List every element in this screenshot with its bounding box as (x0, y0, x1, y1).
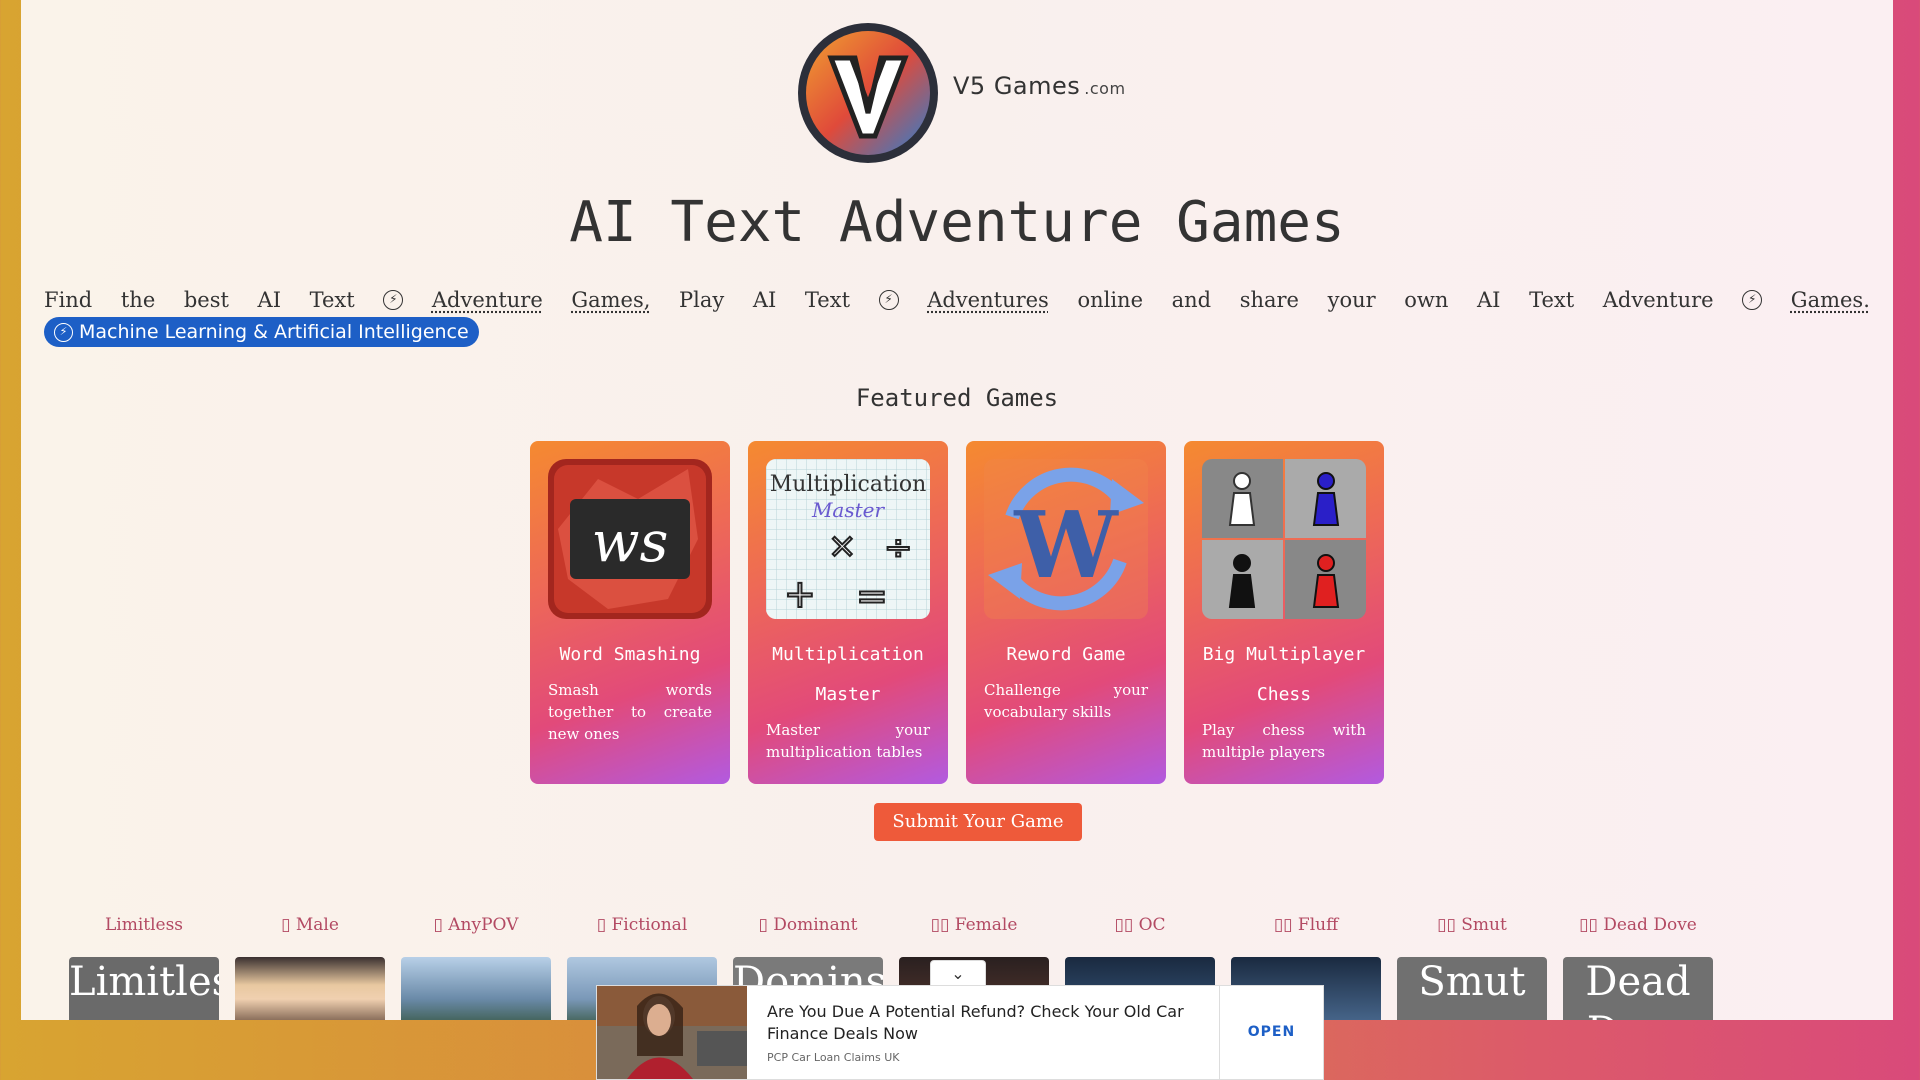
category-label: ▯ Fictional (596, 915, 688, 935)
chess-pawns-icon (1202, 459, 1366, 619)
category-thumbnail (401, 957, 551, 1020)
intro-word[interactable]: Games, (571, 288, 650, 312)
featured-games: ws Word Smashing Smash words together to… (530, 441, 1384, 784)
game-desc: Smash words together to create new ones (548, 681, 712, 743)
svg-text:Master: Master (811, 498, 886, 522)
intro-word: share (1239, 288, 1299, 312)
game-title: Multiplication Master (772, 644, 924, 705)
site-logo[interactable]: V5 Games .com (793, 18, 1126, 168)
category-label: ▯ Male (281, 915, 339, 935)
svg-text:×: × (828, 526, 857, 566)
intro-word: AI (752, 288, 777, 312)
category-item[interactable]: ▯ AnyPOV (393, 915, 559, 1020)
intro-word: Find (44, 288, 93, 312)
submit-game-button[interactable]: Submit Your Game (874, 803, 1082, 841)
intro-word[interactable]: Games. (1791, 288, 1870, 312)
svg-text:÷: ÷ (884, 528, 913, 568)
bolt-icon: ⚡ (54, 322, 73, 342)
game-desc: Master your multiplication tables (766, 721, 930, 761)
intro-word: your (1327, 288, 1376, 312)
category-thumbnail: Dead Dove (1563, 957, 1713, 1020)
page-title: AI Text Adventure Games (569, 190, 1345, 255)
category-item[interactable]: ▯ Male (227, 915, 393, 1020)
bolt-icon: ⚡ (1742, 290, 1763, 310)
intro-word: own (1404, 288, 1449, 312)
game-card[interactable]: W Reword Game Challenge your vocabulary … (966, 441, 1166, 784)
intro-word: AI (257, 288, 282, 312)
bolt-icon: ⚡ (878, 290, 899, 310)
game-title: Reword Game (1006, 644, 1126, 665)
svg-text:+: + (784, 572, 816, 616)
intro-word: best (183, 288, 229, 312)
chevron-down-icon[interactable]: ⌄ (930, 960, 986, 986)
game-card[interactable]: ws Word Smashing Smash words together to… (530, 441, 730, 784)
game-card[interactable]: Big Multiplayer Chess Play chess with mu… (1184, 441, 1384, 784)
thumbnail-alt-text: Limitless (69, 959, 219, 1005)
category-label: Limitless (104, 915, 184, 935)
ad-source: PCP Car Loan Claims UK (767, 1051, 900, 1064)
category-thumbnail: Limitless (69, 957, 219, 1020)
game-desc: Challenge your vocabulary skills (984, 681, 1148, 721)
intro-word: the (120, 288, 156, 312)
intro-word: Text (1529, 288, 1575, 312)
category-item[interactable]: ▯▯ Smut Smut (1389, 915, 1555, 1020)
game-desc: Play chess with multiple players (1202, 721, 1366, 761)
intro-word: and (1171, 288, 1212, 312)
page: V5 Games .com AI Text Adventure Games Fin… (21, 0, 1893, 1020)
intro-word: Adventure (1602, 288, 1714, 312)
category-label: ▯ AnyPOV (433, 915, 519, 935)
category-item[interactable]: ▯▯ Dead Dove Dead Dove (1555, 915, 1721, 1020)
thumbnail-alt-text: Smut (1418, 959, 1526, 1005)
ad-open-button[interactable]: OPEN (1219, 986, 1323, 1079)
intro-word: online (1077, 288, 1143, 312)
intro-word: AI (1477, 288, 1501, 312)
category-label: ▯▯ Smut (1437, 915, 1507, 935)
intro-word[interactable]: Adventures (927, 288, 1049, 312)
ad-image (597, 986, 747, 1079)
ad-headline: Are You Due A Potential Refund? Check Yo… (767, 1002, 1184, 1043)
thumbnail-alt-text: Dead Dove (1585, 959, 1691, 1020)
category-label: ▯▯ Female (930, 915, 1018, 935)
ad-text: Are You Due A Potential Refund? Check Yo… (747, 1001, 1219, 1064)
category-label: ▯ Dominant (758, 915, 858, 935)
ml-badge-label: Machine Learning & Artificial Intelligen… (79, 321, 469, 343)
svg-text:Multiplication: Multiplication (770, 472, 927, 497)
reword-w-icon: W (984, 459, 1148, 619)
intro-word: Text (309, 288, 355, 312)
v5-logo-icon (798, 23, 938, 163)
category-label: ▯▯ Fluff (1273, 915, 1339, 935)
site-name: V5 Games .com (953, 72, 1126, 100)
game-title: Big Multiplayer Chess (1202, 644, 1366, 705)
game-card[interactable]: Multiplication Master × ÷ + = Multiplica… (748, 441, 948, 784)
ad-banner[interactable]: Are You Due A Potential Refund? Check Yo… (596, 985, 1324, 1080)
game-title: Word Smashing (559, 644, 701, 665)
featured-heading: Featured Games (855, 384, 1059, 412)
category-label: ▯▯ Dead Dove (1579, 915, 1697, 935)
multiplication-master-icon: Multiplication Master × ÷ + = (766, 459, 930, 619)
category-item[interactable]: Limitless Limitless (61, 915, 227, 1020)
svg-text:W: W (1013, 491, 1119, 599)
ws-logo-icon: ws (548, 459, 712, 619)
svg-text:=: = (856, 574, 888, 618)
intro-word[interactable]: Adventure (432, 288, 543, 312)
bolt-icon: ⚡ (383, 290, 404, 310)
svg-text:ws: ws (592, 510, 669, 575)
intro-word: Play (679, 288, 725, 312)
category-thumbnail (235, 957, 385, 1020)
intro-word: Text (804, 288, 851, 312)
intro-text: Find the best AI Text ⚡ Adventure Games, Play AI T… (44, 288, 1870, 312)
category-label: ▯▯ OC (1114, 915, 1166, 935)
ml-category-badge[interactable]: ⚡ Machine Learning & Artificial Intellig… (44, 317, 479, 347)
category-thumbnail: Smut (1397, 957, 1547, 1020)
